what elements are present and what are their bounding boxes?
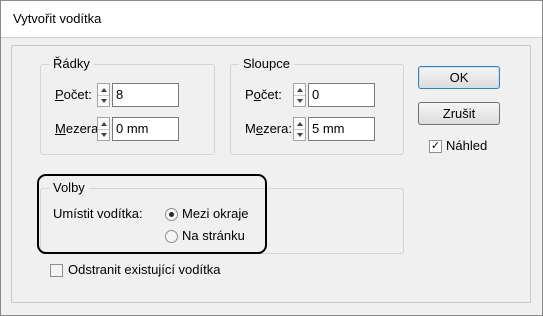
- rows-group: Řádky Počet: 8 Mezera: 0 mm: [40, 56, 215, 155]
- columns-group: Sloupce Počet: 0 Mezera: 5 mm: [230, 56, 404, 155]
- columns-group-title: Sloupce: [239, 56, 294, 72]
- rows-gap-spinner[interactable]: [97, 117, 110, 141]
- rows-group-title: Řádky: [49, 56, 94, 72]
- ok-button[interactable]: OK: [418, 66, 500, 89]
- columns-count-label: Počet:: [245, 87, 282, 102]
- annotation-highlight-frame: [37, 174, 267, 254]
- columns-gap-input[interactable]: 5 mm: [308, 117, 375, 141]
- preview-label[interactable]: Náhled: [446, 138, 487, 154]
- spinner-down-icon[interactable]: [98, 95, 109, 106]
- columns-gap-label: Mezera:: [245, 121, 292, 136]
- spinner-down-icon[interactable]: [294, 95, 305, 106]
- rows-count-spinner[interactable]: [97, 83, 110, 107]
- remove-existing-label[interactable]: Odstranit existující vodítka: [68, 262, 220, 278]
- cancel-button[interactable]: Zrušit: [418, 102, 500, 125]
- rows-gap-input[interactable]: 0 mm: [112, 117, 179, 141]
- columns-count-input[interactable]: 0: [308, 83, 375, 107]
- columns-gap-spinner[interactable]: [293, 117, 306, 141]
- dialog-window: Vytvořit vodítka Řádky Počet: 8 Mezera: …: [0, 0, 543, 316]
- spinner-down-icon[interactable]: [98, 129, 109, 140]
- rows-count-label: Počet:: [55, 87, 92, 102]
- preview-checkbox[interactable]: ✓: [429, 140, 442, 153]
- rows-gap-label: Mezera:: [55, 121, 102, 136]
- spinner-down-icon[interactable]: [294, 129, 305, 140]
- title-bar[interactable]: Vytvořit vodítka: [1, 1, 542, 38]
- remove-existing-checkbox[interactable]: [50, 264, 63, 277]
- columns-count-spinner[interactable]: [293, 83, 306, 107]
- rows-count-input[interactable]: 8: [112, 83, 179, 107]
- dialog-title: Vytvořit vodítka: [13, 11, 102, 26]
- checkmark-icon: ✓: [430, 140, 441, 152]
